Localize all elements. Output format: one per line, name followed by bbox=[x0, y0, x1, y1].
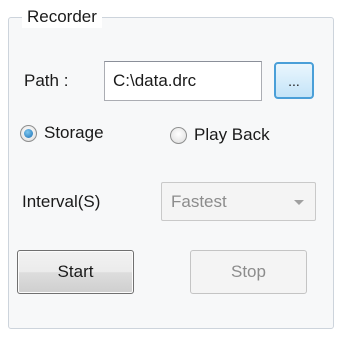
radio-checked-icon bbox=[20, 124, 37, 142]
radio-storage[interactable]: Storage bbox=[20, 122, 104, 144]
interval-label: Interval(S) bbox=[22, 192, 101, 211]
radio-unchecked-icon bbox=[170, 126, 187, 144]
stop-button[interactable]: Stop bbox=[190, 250, 307, 294]
browse-button[interactable]: ... bbox=[274, 62, 314, 99]
group-title: Recorder bbox=[22, 6, 102, 28]
chevron-down-icon bbox=[294, 200, 304, 205]
path-label: Path : bbox=[24, 71, 69, 90]
interval-select[interactable]: Fastest bbox=[161, 182, 316, 221]
radio-storage-label: Storage bbox=[44, 123, 104, 142]
recorder-panel: Recorder Path : ... Storage Play Back In… bbox=[0, 0, 343, 338]
radio-play-back[interactable]: Play Back bbox=[170, 124, 270, 146]
path-input[interactable] bbox=[104, 61, 262, 101]
radio-play-back-label: Play Back bbox=[194, 125, 270, 144]
start-button[interactable]: Start bbox=[17, 250, 134, 294]
interval-select-value: Fastest bbox=[171, 192, 227, 211]
